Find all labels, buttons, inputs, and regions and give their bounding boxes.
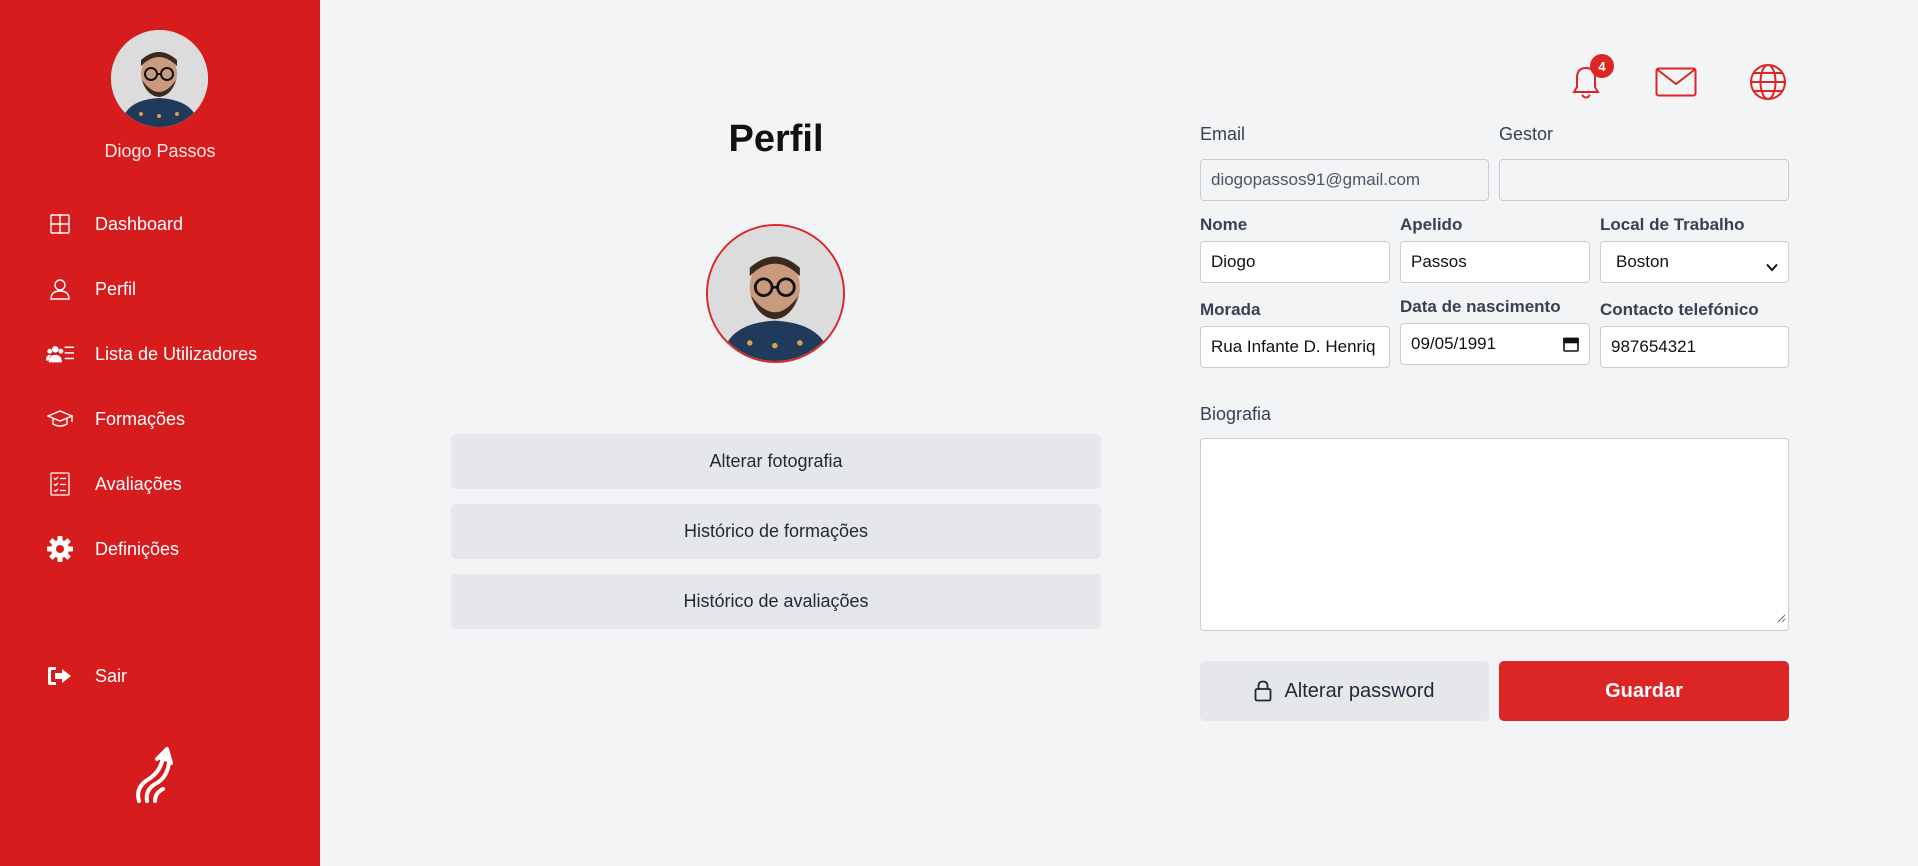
checklist-icon: [46, 470, 74, 498]
change-password-button[interactable]: Alterar password: [1200, 661, 1489, 721]
sidebar-item-sair[interactable]: Sair: [46, 656, 127, 696]
user-name: Diogo Passos: [104, 141, 216, 161]
graduation-cap-icon: [46, 405, 74, 433]
last-name-field[interactable]: Passos: [1400, 241, 1590, 283]
birthdate-value: 09/05/1991: [1411, 334, 1497, 353]
grid-icon: [46, 210, 74, 238]
lock-icon: [1254, 680, 1272, 702]
email-label: Email: [1200, 124, 1246, 144]
profile-photo: [706, 224, 845, 363]
sidebar-item-avaliacoes[interactable]: Avaliações: [46, 464, 182, 504]
brand-logo: [133, 745, 183, 805]
phone-label: Contacto telefónico: [1600, 300, 1759, 319]
bio-label: Biografia: [1200, 404, 1272, 424]
change-photo-button[interactable]: Alterar fotografia: [451, 434, 1101, 489]
workplace-select[interactable]: Boston: [1600, 241, 1789, 283]
bio-textarea[interactable]: [1200, 438, 1789, 631]
gear-icon: [46, 535, 74, 563]
resize-handle-icon[interactable]: [1776, 610, 1786, 628]
sidebar-item-formacoes[interactable]: Formações: [46, 399, 185, 439]
sidebar-item-users[interactable]: Lista de Utilizadores: [46, 334, 257, 374]
evaluation-history-button[interactable]: Histórico de avaliações: [451, 574, 1101, 629]
workplace-label: Local de Trabalho: [1600, 215, 1745, 234]
change-password-label: Alterar password: [1284, 679, 1435, 702]
language-button[interactable]: [1746, 62, 1790, 106]
sidebar-item-label: Formações: [95, 408, 186, 429]
messages-button[interactable]: [1654, 62, 1698, 106]
first-name-field[interactable]: Diogo: [1200, 241, 1390, 283]
sign-out-icon: [46, 662, 74, 690]
avatar[interactable]: [111, 30, 208, 127]
sidebar-item-perfil[interactable]: Perfil: [46, 269, 136, 309]
sidebar-item-label: Definições: [95, 538, 180, 559]
training-history-button[interactable]: Histórico de formações: [451, 504, 1101, 559]
email-field[interactable]: diogopassos91@gmail.com: [1200, 159, 1489, 201]
sidebar: Diogo Passos Dashboard Perfil Lista de U…: [0, 0, 320, 866]
envelope-icon: [1655, 67, 1697, 102]
first-name-label: Nome: [1200, 215, 1248, 234]
notification-badge: 4: [1590, 54, 1614, 78]
sidebar-item-definicoes[interactable]: Definições: [46, 529, 179, 569]
calendar-icon[interactable]: [1563, 336, 1579, 357]
birthdate-field[interactable]: 09/05/1991: [1400, 323, 1590, 365]
sidebar-item-label: Perfil: [95, 278, 137, 299]
chevron-down-icon: [1766, 257, 1778, 277]
users-list-icon: [46, 340, 74, 368]
manager-field[interactable]: [1499, 159, 1789, 201]
phone-field[interactable]: 987654321: [1600, 326, 1789, 368]
manager-label: Gestor: [1499, 124, 1554, 144]
address-label: Morada: [1200, 300, 1261, 319]
sidebar-item-dashboard[interactable]: Dashboard: [46, 204, 183, 244]
workplace-value: Boston: [1616, 252, 1669, 271]
last-name-label: Apelido: [1400, 215, 1463, 234]
sidebar-item-label: Lista de Utilizadores: [95, 343, 258, 364]
save-button[interactable]: Guardar: [1499, 661, 1789, 721]
address-field[interactable]: Rua Infante D. Henriq: [1200, 326, 1390, 368]
globe-icon: [1749, 63, 1787, 106]
page-title: Perfil: [728, 118, 824, 160]
sidebar-item-label: Avaliações: [95, 473, 182, 494]
sidebar-item-label: Sair: [95, 665, 128, 686]
birthdate-label: Data de nascimento: [1400, 297, 1561, 316]
user-icon: [46, 275, 74, 303]
sidebar-item-label: Dashboard: [95, 213, 184, 234]
